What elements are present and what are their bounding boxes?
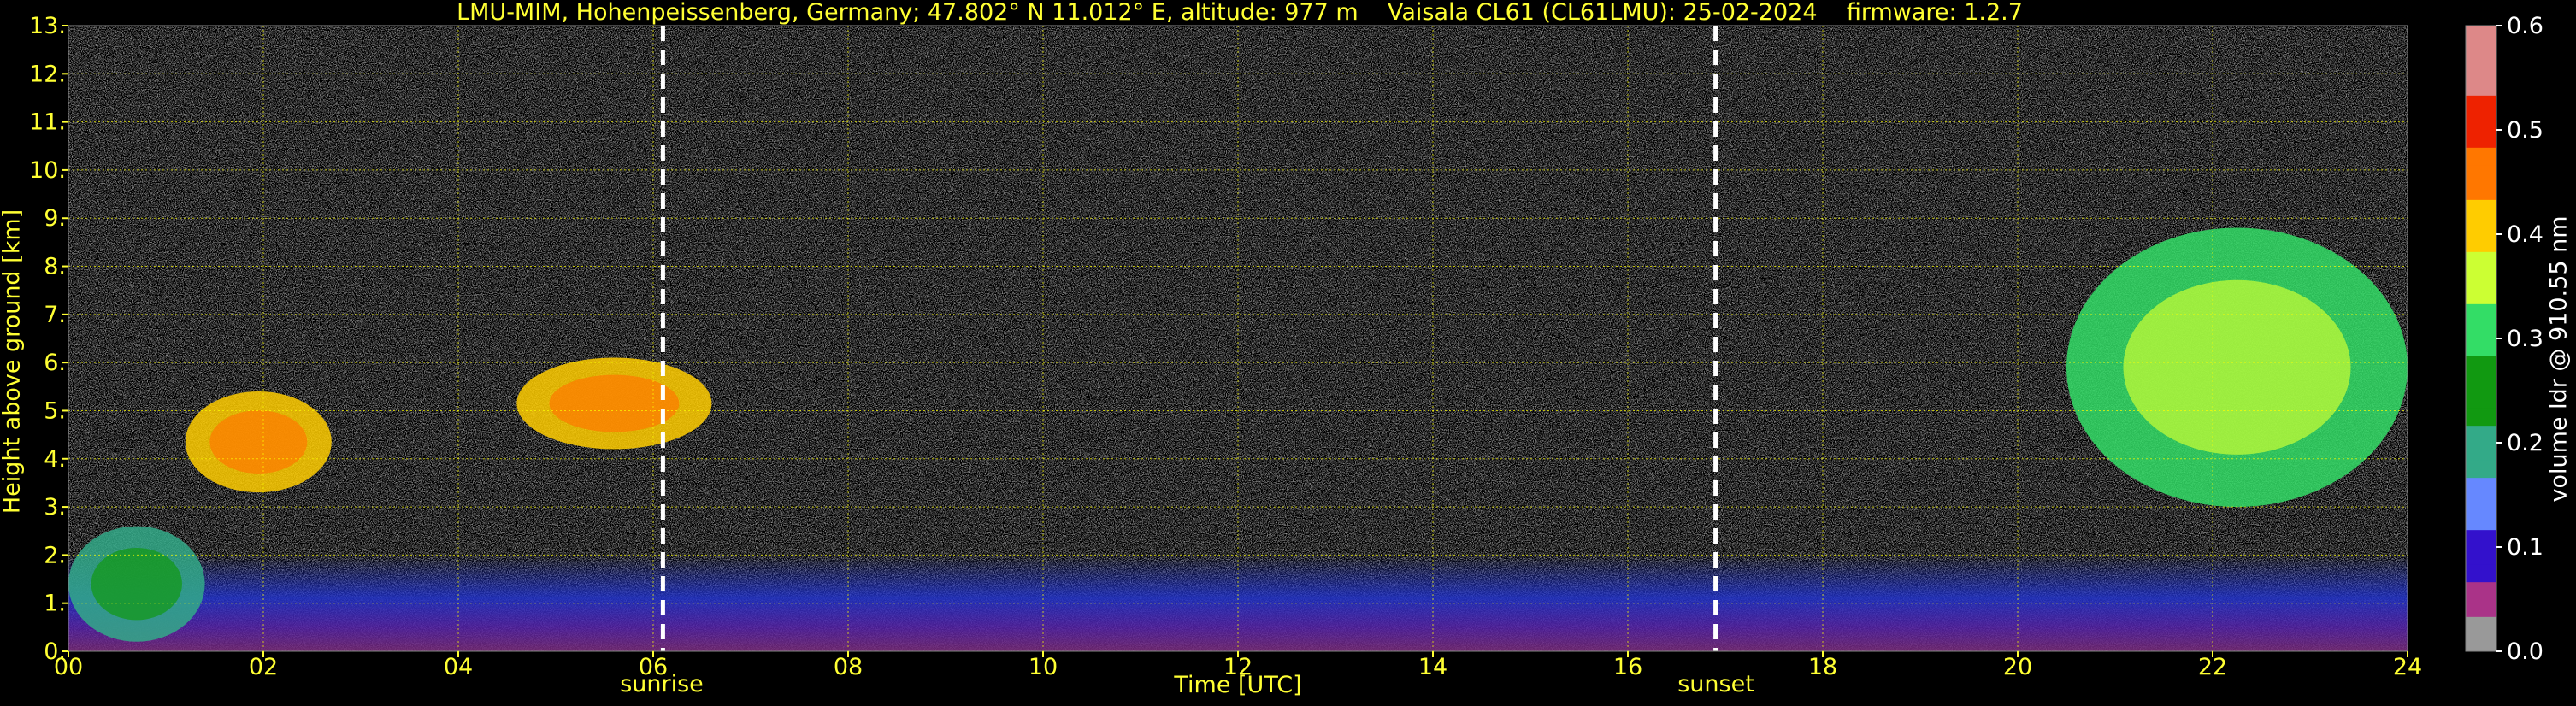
- cloud-core-0: [209, 410, 308, 474]
- colorbar-segment: [2466, 43, 2496, 62]
- colorbar-segment: [2466, 303, 2496, 322]
- y-tick-label: 5.: [44, 397, 66, 424]
- colorbar-segment: [2466, 616, 2496, 635]
- x-tick-label: 14: [1418, 654, 1447, 680]
- sunrise-label: sunrise: [620, 671, 704, 697]
- colorbar-segment: [2466, 547, 2496, 565]
- colorbar-segment: [2466, 599, 2496, 617]
- x-tick-label: 22: [2198, 654, 2227, 680]
- colorbar-tick-label: 0.2: [2507, 430, 2544, 456]
- colorbar-segment: [2466, 321, 2496, 339]
- y-tick-label: 12.: [29, 61, 66, 87]
- y-tick-label: 6.: [44, 350, 66, 376]
- colorbar-segment: [2466, 495, 2496, 513]
- colorbar-segment: [2466, 477, 2496, 496]
- colorbar-segment: [2466, 425, 2496, 444]
- colorbar: 0.0 0.1 0.2 0.3 0.4 0.5 0.6: [2465, 13, 2544, 665]
- colorbar-segment: [2466, 234, 2496, 252]
- y-tick-label: 0.: [44, 638, 66, 665]
- colorbar-segment: [2466, 182, 2496, 200]
- sunset-label: sunset: [1677, 671, 1754, 697]
- colorbar-segment: [2466, 564, 2496, 583]
- cloud-core-3: [2123, 279, 2351, 455]
- colorbar-segment: [2466, 268, 2496, 287]
- x-tick-label: 18: [1808, 654, 1837, 680]
- x-tick-label: 24: [2393, 654, 2422, 680]
- colorbar-tick-label: 0.4: [2507, 221, 2544, 248]
- colorbar-segment: [2466, 338, 2496, 356]
- colorbar-segment: [2466, 199, 2496, 218]
- colorbar-tick-label: 0.0: [2507, 638, 2544, 665]
- colorbar-tick-label: 0.5: [2507, 117, 2544, 144]
- y-tick-label: 13.: [29, 13, 66, 39]
- y-tick-label: 1.: [44, 591, 66, 617]
- y-tick-label: 2.: [44, 542, 66, 568]
- colorbar-segment: [2466, 216, 2496, 235]
- colorbar-segment: [2466, 60, 2496, 79]
- colorbar-tick-label: 0.3: [2507, 326, 2544, 352]
- colorbar-tick-label: 0.6: [2507, 13, 2544, 39]
- x-tick-label: 16: [1613, 654, 1642, 680]
- cloud-core-1: [549, 374, 680, 432]
- y-axis-label: Height above ground [km]: [0, 209, 26, 515]
- colorbar-segment: [2466, 529, 2496, 548]
- colorbar-label: volume ldr @ 910.55 nm: [2545, 215, 2573, 503]
- ldr-heatmap-chart: 00 02 04 06 08 10 12 14 16 18 20 22 240.1.2.3.4.5.6.…: [29, 13, 2544, 680]
- colorbar-segment: [2466, 512, 2496, 531]
- y-tick-label: 11.: [29, 109, 66, 136]
- cloud-core-2: [91, 547, 182, 621]
- colorbar-segment: [2466, 391, 2496, 409]
- colorbar-segment: [2466, 408, 2496, 427]
- colorbar-segment: [2466, 147, 2496, 166]
- x-axis-label: Time [UTC]: [1174, 672, 1302, 698]
- y-tick-label: 7.: [44, 302, 66, 328]
- colorbar-segment: [2466, 78, 2496, 96]
- x-tick-label: 20: [2003, 654, 2032, 680]
- colorbar-tick-label: 0.1: [2507, 534, 2544, 561]
- colorbar-segment: [2466, 633, 2496, 652]
- colorbar-segment: [2466, 26, 2496, 44]
- x-tick-label: 10: [1029, 654, 1058, 680]
- y-tick-label: 4.: [44, 446, 66, 473]
- colorbar-segment: [2466, 373, 2496, 391]
- colorbar-segment: [2466, 95, 2496, 114]
- colorbar-segment: [2466, 130, 2496, 148]
- colorbar-segment: [2466, 286, 2496, 304]
- colorbar-segment: [2466, 112, 2496, 131]
- y-tick-label: 10.: [29, 157, 66, 184]
- x-tick-label: 02: [249, 654, 278, 680]
- y-tick-label: 3.: [44, 494, 66, 521]
- colorbar-segment: [2466, 581, 2496, 600]
- colorbar-segment: [2466, 460, 2496, 479]
- x-tick-label: 08: [834, 654, 863, 680]
- colorbar-segment: [2466, 251, 2496, 270]
- y-tick-label: 8.: [44, 254, 66, 280]
- colorbar-segment: [2466, 356, 2496, 374]
- colorbar-segment: [2466, 443, 2496, 461]
- y-tick-label: 9.: [44, 205, 66, 232]
- colorbar-segment: [2466, 164, 2496, 183]
- x-tick-label: 04: [444, 654, 473, 680]
